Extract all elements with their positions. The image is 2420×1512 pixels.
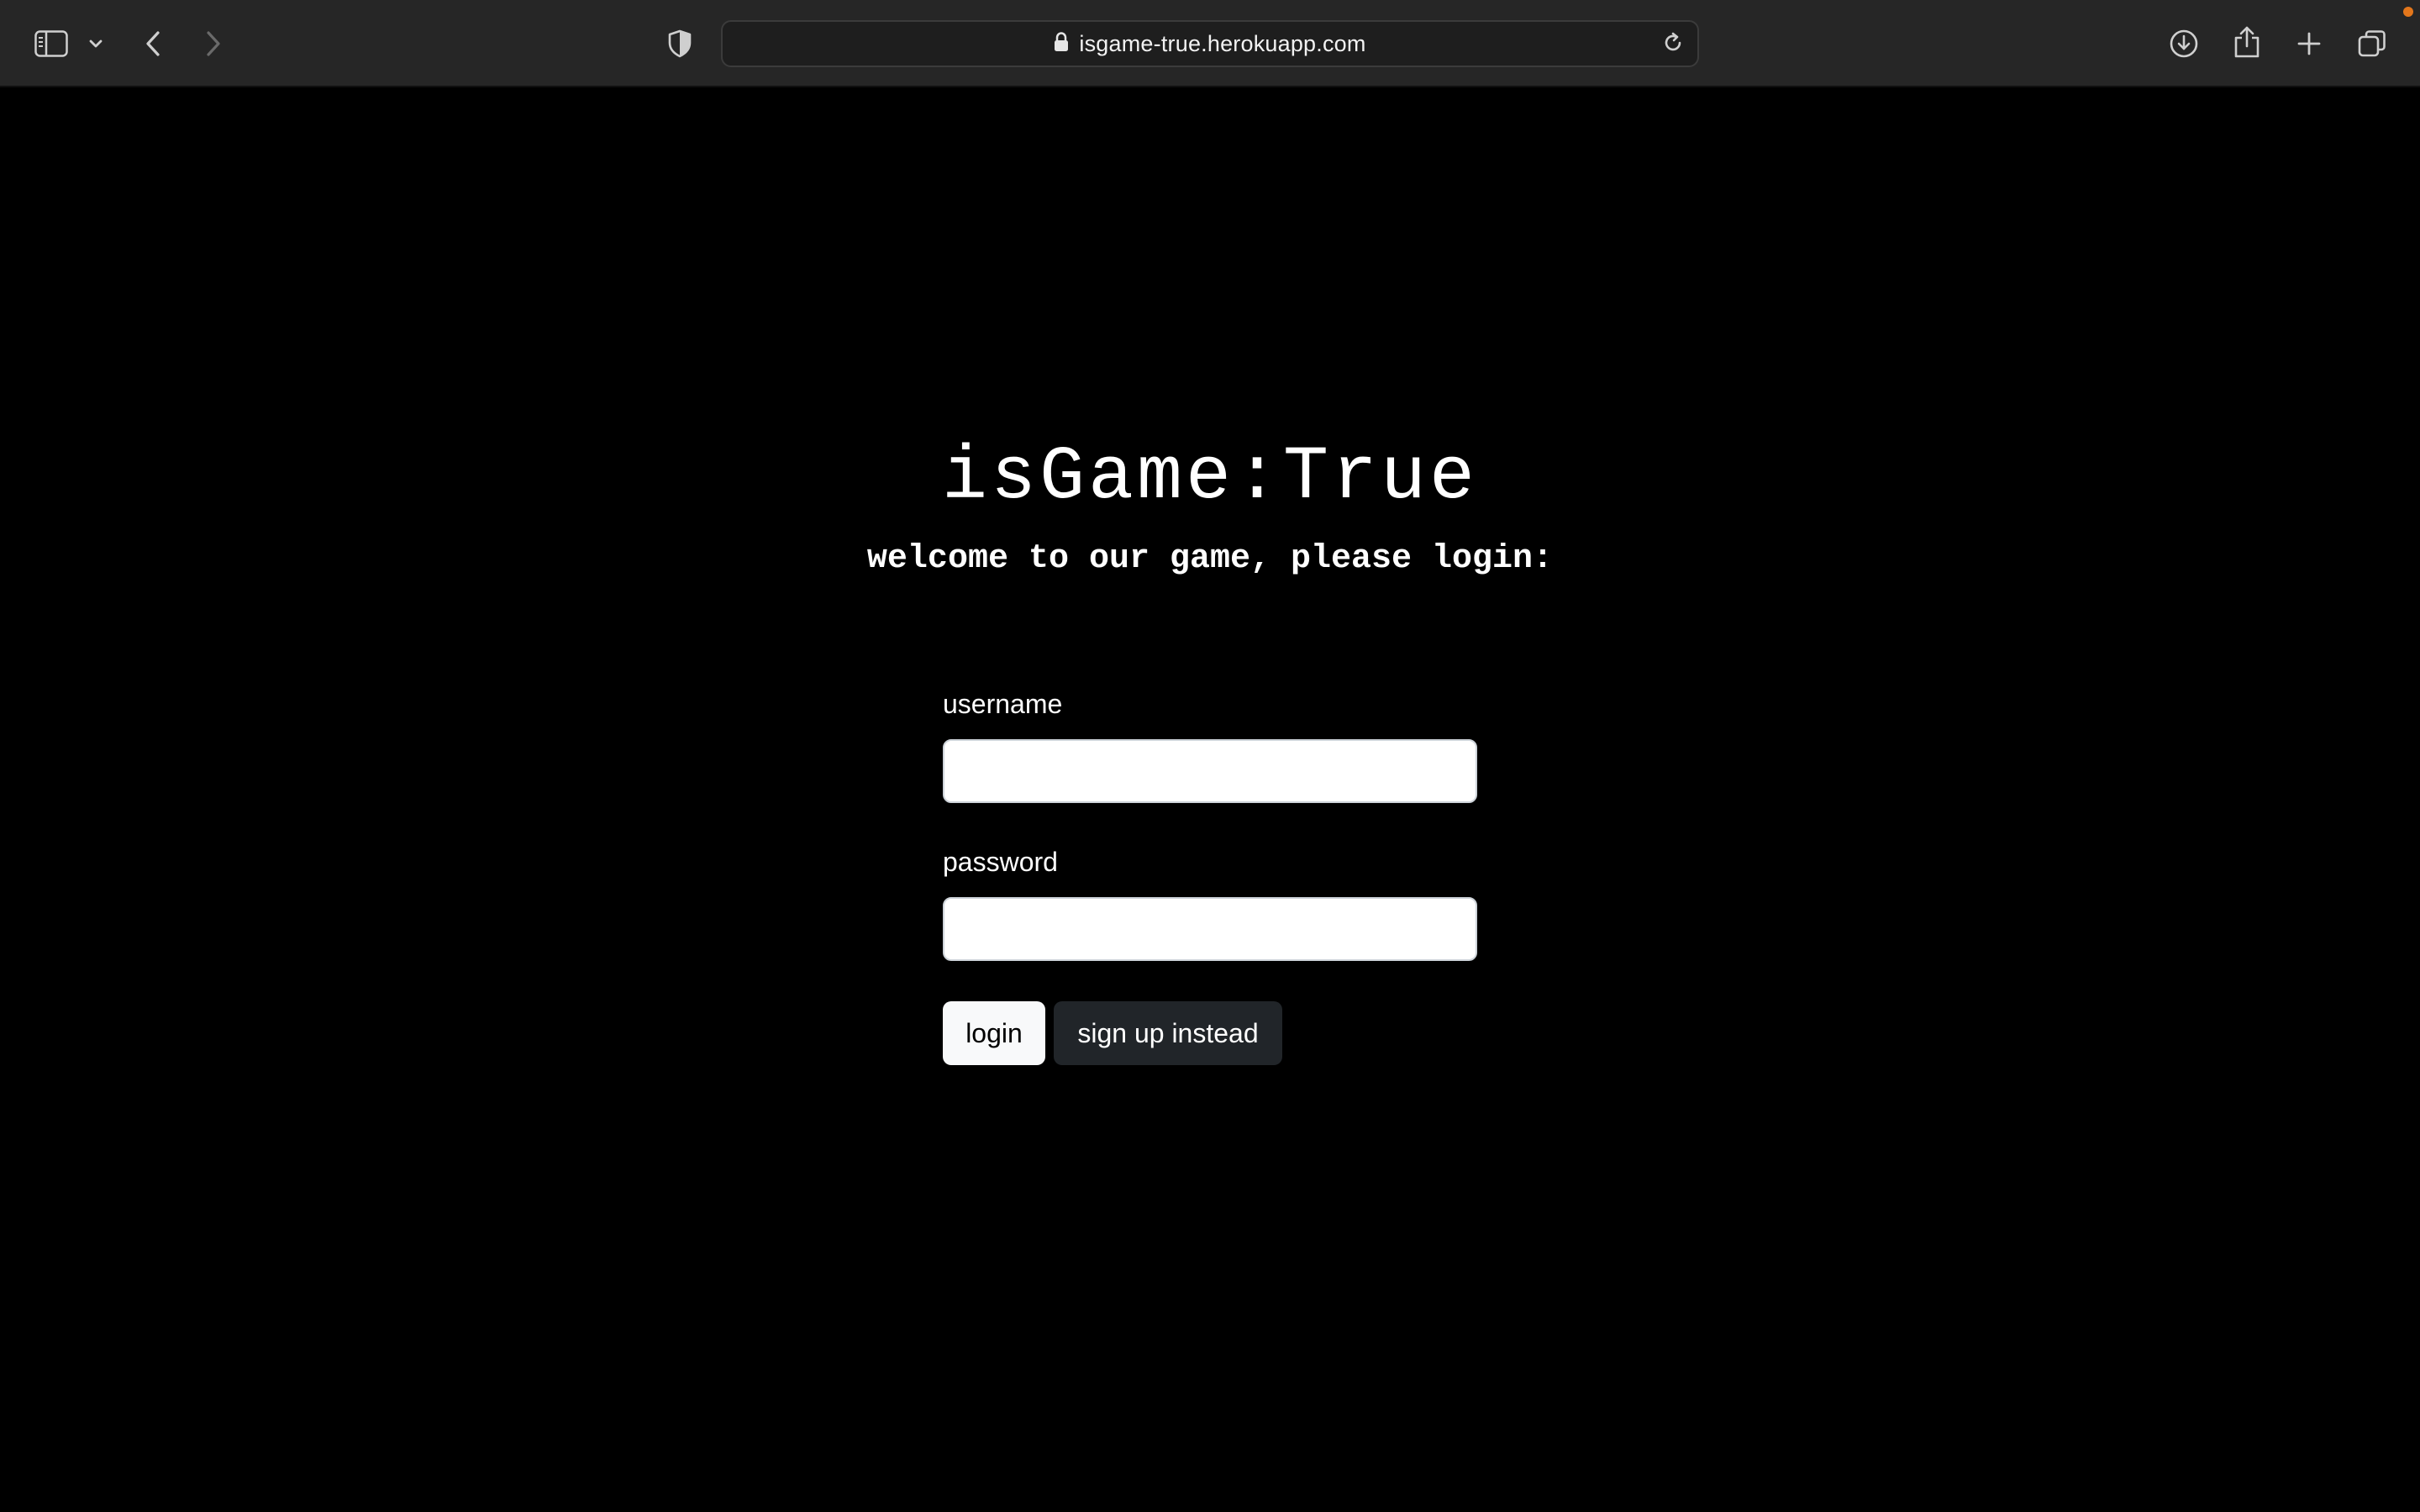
page-subtitle: welcome to our game, please login: (866, 540, 1554, 578)
tab-overview-button[interactable] (2354, 25, 2390, 62)
download-icon (2169, 29, 2199, 59)
share-icon (2233, 25, 2260, 59)
lock-icon (1054, 31, 1069, 56)
notification-dot (2403, 7, 2413, 17)
password-label: password (943, 847, 1058, 877)
sign-up-button[interactable]: sign up instead (1054, 1001, 1282, 1065)
downloads-button[interactable] (2166, 25, 2202, 62)
reload-button[interactable] (1660, 32, 1686, 57)
share-button[interactable] (2230, 22, 2264, 62)
username-input[interactable] (943, 739, 1477, 803)
back-arrow-icon (144, 29, 162, 58)
forward-arrow-icon (204, 29, 223, 58)
sidebar-menu-button[interactable] (84, 32, 108, 55)
back-button[interactable] (138, 25, 168, 62)
browser-window: isgame-true.herokuapp.com isGame:True we… (0, 0, 2420, 1512)
chevron-down-icon (88, 39, 103, 49)
password-input[interactable] (943, 897, 1477, 961)
forward-button[interactable] (198, 25, 229, 62)
url-text: isgame-true.herokuapp.com (1079, 30, 1366, 56)
address-bar[interactable]: isgame-true.herokuapp.com (721, 20, 1699, 67)
sidebar-icon (34, 30, 68, 57)
browser-toolbar: isgame-true.herokuapp.com (0, 0, 2420, 87)
tabs-icon (2357, 29, 2387, 59)
new-tab-button[interactable] (2292, 25, 2326, 62)
login-button[interactable]: login (943, 1001, 1045, 1065)
privacy-report-button[interactable] (664, 25, 696, 62)
page-title: isGame:True (941, 435, 1479, 521)
sidebar-toggle-button[interactable] (32, 25, 71, 62)
reload-icon (1662, 32, 1684, 58)
username-label: username (943, 689, 1063, 719)
plus-icon (2296, 31, 2322, 56)
shield-icon (667, 29, 692, 58)
url-display: isgame-true.herokuapp.com (1054, 31, 1365, 57)
page-content: isGame:True welcome to our game, please … (0, 87, 2420, 1512)
